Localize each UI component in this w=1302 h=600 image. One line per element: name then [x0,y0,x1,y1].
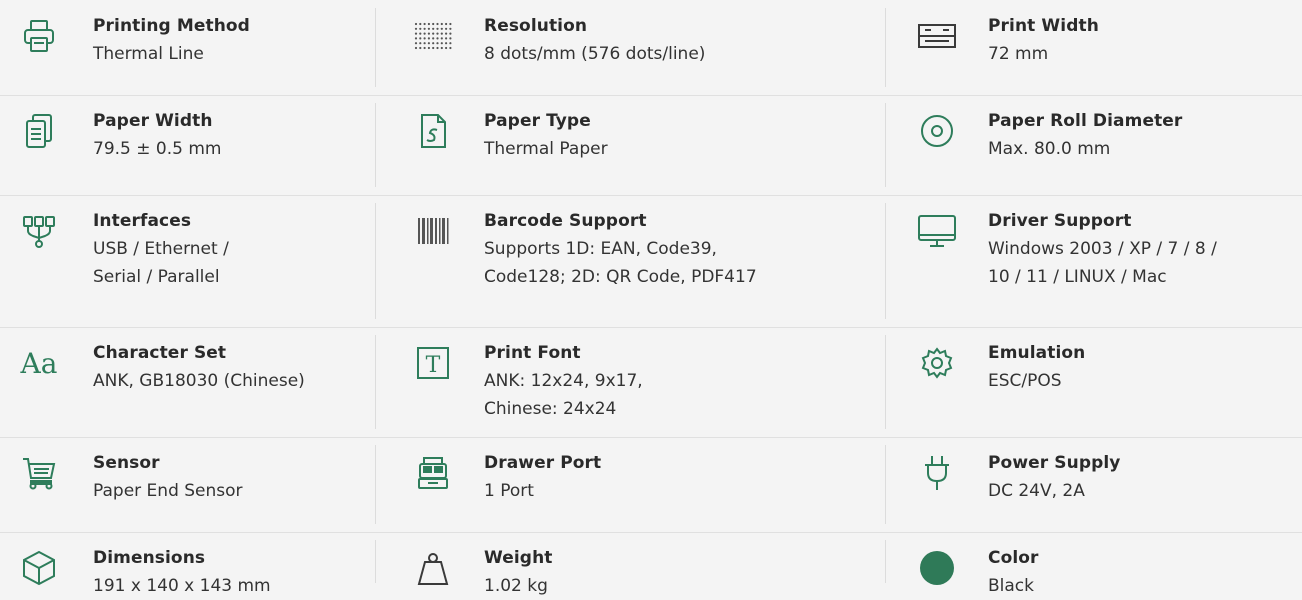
spec-label: Interfaces [93,211,192,231]
spec-character-set: Aa Character Set ANK, GB18030 (Chinese) [0,327,376,437]
spec-dimensions: Dimensions 191 x 140 x 143 mm [0,532,376,596]
spec-value: ESC/POS [988,371,1062,391]
spec-value: 72 mm [988,44,1049,64]
spec-value: Black [988,576,1034,596]
spec-emulation: Emulation ESC/POS [886,327,1302,437]
spec-paper-width: Paper Width 79.5 ± 0.5 mm [0,95,376,195]
box-icon [16,548,62,588]
spec-value: DC 24V, 2A [988,481,1085,501]
spec-value: 191 x 140 x 143 mm [93,576,271,596]
spec-label: Sensor [93,453,160,473]
spec-resolution: Resolution 8 dots/mm (576 dots/line) [376,0,886,95]
paper-document-icon [410,111,456,151]
spec-label: Print Width [988,16,1099,36]
spec-label: Emulation [988,343,1086,363]
spec-label: Color [988,548,1039,568]
spec-value: Thermal Paper [484,139,608,159]
spec-label: Weight [484,548,553,568]
weight-icon [410,548,456,588]
paper-sheets-icon [16,111,62,151]
spec-label: Drawer Port [484,453,602,473]
spec-label: Resolution [484,16,588,36]
spec-value: 8 dots/mm (576 dots/line) [484,44,706,64]
row-divider [0,327,1302,328]
row-divider [0,532,1302,533]
spec-label: Paper Width [93,111,213,131]
spec-printing-method: Printing Method Thermal Line [0,0,376,95]
spec-value: ANK: 12x24, 9x17, Chinese: 24x24 [484,371,643,419]
interfaces-icon [16,211,62,251]
font-icon: T [410,343,456,383]
spec-color: Color Black [886,532,1302,596]
spec-power-supply: Power Supply DC 24V, 2A [886,437,1302,532]
spec-grid: Printing Method Thermal Line Resolution … [0,0,1302,596]
spec-label: Barcode Support [484,211,647,231]
spec-weight: Weight 1.02 kg [376,532,886,596]
spec-value: 79.5 ± 0.5 mm [93,139,222,159]
dot-matrix-icon [410,16,456,56]
spec-label: Paper Roll Diameter [988,111,1183,131]
row-divider [0,95,1302,96]
spec-label: Driver Support [988,211,1132,231]
spec-barcode-support: Barcode Support Supports 1D: EAN, Code39… [376,195,886,327]
gear-icon [914,343,960,383]
row-divider [0,195,1302,196]
spec-value: Paper End Sensor [93,481,243,501]
spec-sensor: Sensor Paper End Sensor [0,437,376,532]
row-divider [0,437,1302,438]
spec-label: Dimensions [93,548,206,568]
spec-interfaces: Interfaces USB / Ethernet / Serial / Par… [0,195,376,327]
spec-value: 1 Port [484,481,534,501]
spec-label: Printing Method [93,16,250,36]
cash-register-icon [410,453,456,493]
spec-value: Supports 1D: EAN, Code39, Code128; 2D: Q… [484,239,757,287]
paper-roll-icon [914,111,960,151]
spec-value: ANK, GB18030 (Chinese) [93,371,305,391]
spec-driver-support: Driver Support Windows 2003 / XP / 7 / 8… [886,195,1302,327]
spec-paper-roll-diameter: Paper Roll Diameter Max. 80.0 mm [886,95,1302,195]
spec-label: Power Supply [988,453,1121,473]
spec-value: Max. 80.0 mm [988,139,1111,159]
printer-icon [16,16,62,56]
cart-icon [16,453,62,493]
color-swatch-icon [914,548,960,588]
color-swatch-circle [920,551,954,585]
monitor-icon [914,211,960,251]
spec-label: Character Set [93,343,227,363]
character-set-icon: Aa [16,343,62,383]
spec-print-width: Print Width 72 mm [886,0,1302,95]
print-width-icon [914,16,960,56]
spec-paper-type: Paper Type Thermal Paper [376,95,886,195]
spec-label: Print Font [484,343,581,363]
character-set-glyph: Aa [20,346,58,380]
spec-label: Paper Type [484,111,591,131]
barcode-icon [410,211,456,251]
spec-drawer-port: Drawer Port 1 Port [376,437,886,532]
spec-value: Thermal Line [93,44,204,64]
font-icon-glyph: T [426,353,441,378]
spec-value: 1.02 kg [484,576,548,596]
spec-print-font: T Print Font ANK: 12x24, 9x17, Chinese: … [376,327,886,437]
spec-value: USB / Ethernet / Serial / Parallel [93,239,229,287]
spec-value: Windows 2003 / XP / 7 / 8 / 10 / 11 / LI… [988,239,1217,287]
power-plug-icon [914,453,960,493]
